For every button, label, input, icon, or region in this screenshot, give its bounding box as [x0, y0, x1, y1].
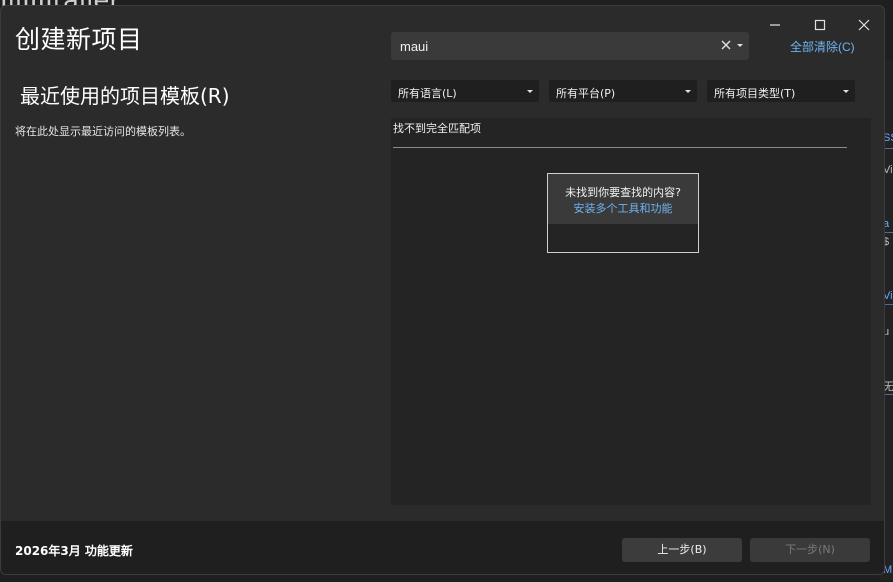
back-button[interactable]: 上一步(B) [622, 538, 742, 562]
project-type-filter-dropdown[interactable]: 所有项目类型(T) [707, 80, 855, 102]
results-divider [393, 147, 847, 148]
help-card: 未找到你要查找的内容? 安装多个工具和功能 [547, 173, 699, 253]
language-filter-label: 所有语言(L) [398, 87, 457, 100]
template-search-input[interactable]: maui [391, 32, 749, 60]
recent-templates-heading: 最近使用的项目模板(R) [20, 84, 230, 108]
minimize-icon [770, 24, 780, 26]
chevron-down-icon [685, 90, 691, 93]
template-results-list[interactable]: 找不到完全匹配项 未找到你要查找的内容? 安装多个工具和功能 [391, 118, 871, 505]
maximize-icon [814, 19, 826, 31]
minimize-button[interactable] [760, 11, 790, 39]
close-icon [858, 19, 870, 31]
platform-filter-label: 所有平台(P) [556, 87, 616, 100]
create-project-dialog: 创建新项目 maui 全部清除(C) 最近使用的项目模板(R) 将在此处显示最近… [0, 5, 885, 575]
recent-templates-description: 将在此处显示最近访问的模板列表。 [15, 125, 191, 138]
clear-search-button[interactable] [720, 38, 734, 54]
help-question: 未找到你要查找的内容? [565, 186, 681, 199]
install-tools-link[interactable]: 安装多个工具和功能 [548, 200, 698, 216]
close-icon [721, 40, 731, 50]
clear-all-link[interactable]: 全部清除(C) [790, 38, 855, 55]
close-window-button[interactable] [849, 11, 879, 39]
next-button[interactable]: 下一步(N) [750, 538, 870, 562]
project-type-filter-label: 所有项目类型(T) [714, 87, 796, 100]
dialog-footer: 2026年3月 功能更新 上一步(B) 下一步(N) [1, 521, 884, 574]
platform-filter-dropdown[interactable]: 所有平台(P) [549, 80, 697, 102]
no-match-message: 找不到完全匹配项 [393, 122, 481, 135]
search-value: maui [400, 39, 429, 54]
chevron-down-icon [527, 90, 533, 93]
dialog-title: 创建新项目 [15, 25, 143, 54]
search-history-dropdown[interactable] [736, 38, 746, 54]
update-notice: 2026年3月 功能更新 [15, 544, 133, 558]
chevron-down-icon [737, 44, 743, 47]
language-filter-dropdown[interactable]: 所有语言(L) [391, 80, 539, 102]
chevron-down-icon [843, 90, 849, 93]
maximize-button[interactable] [805, 11, 835, 39]
